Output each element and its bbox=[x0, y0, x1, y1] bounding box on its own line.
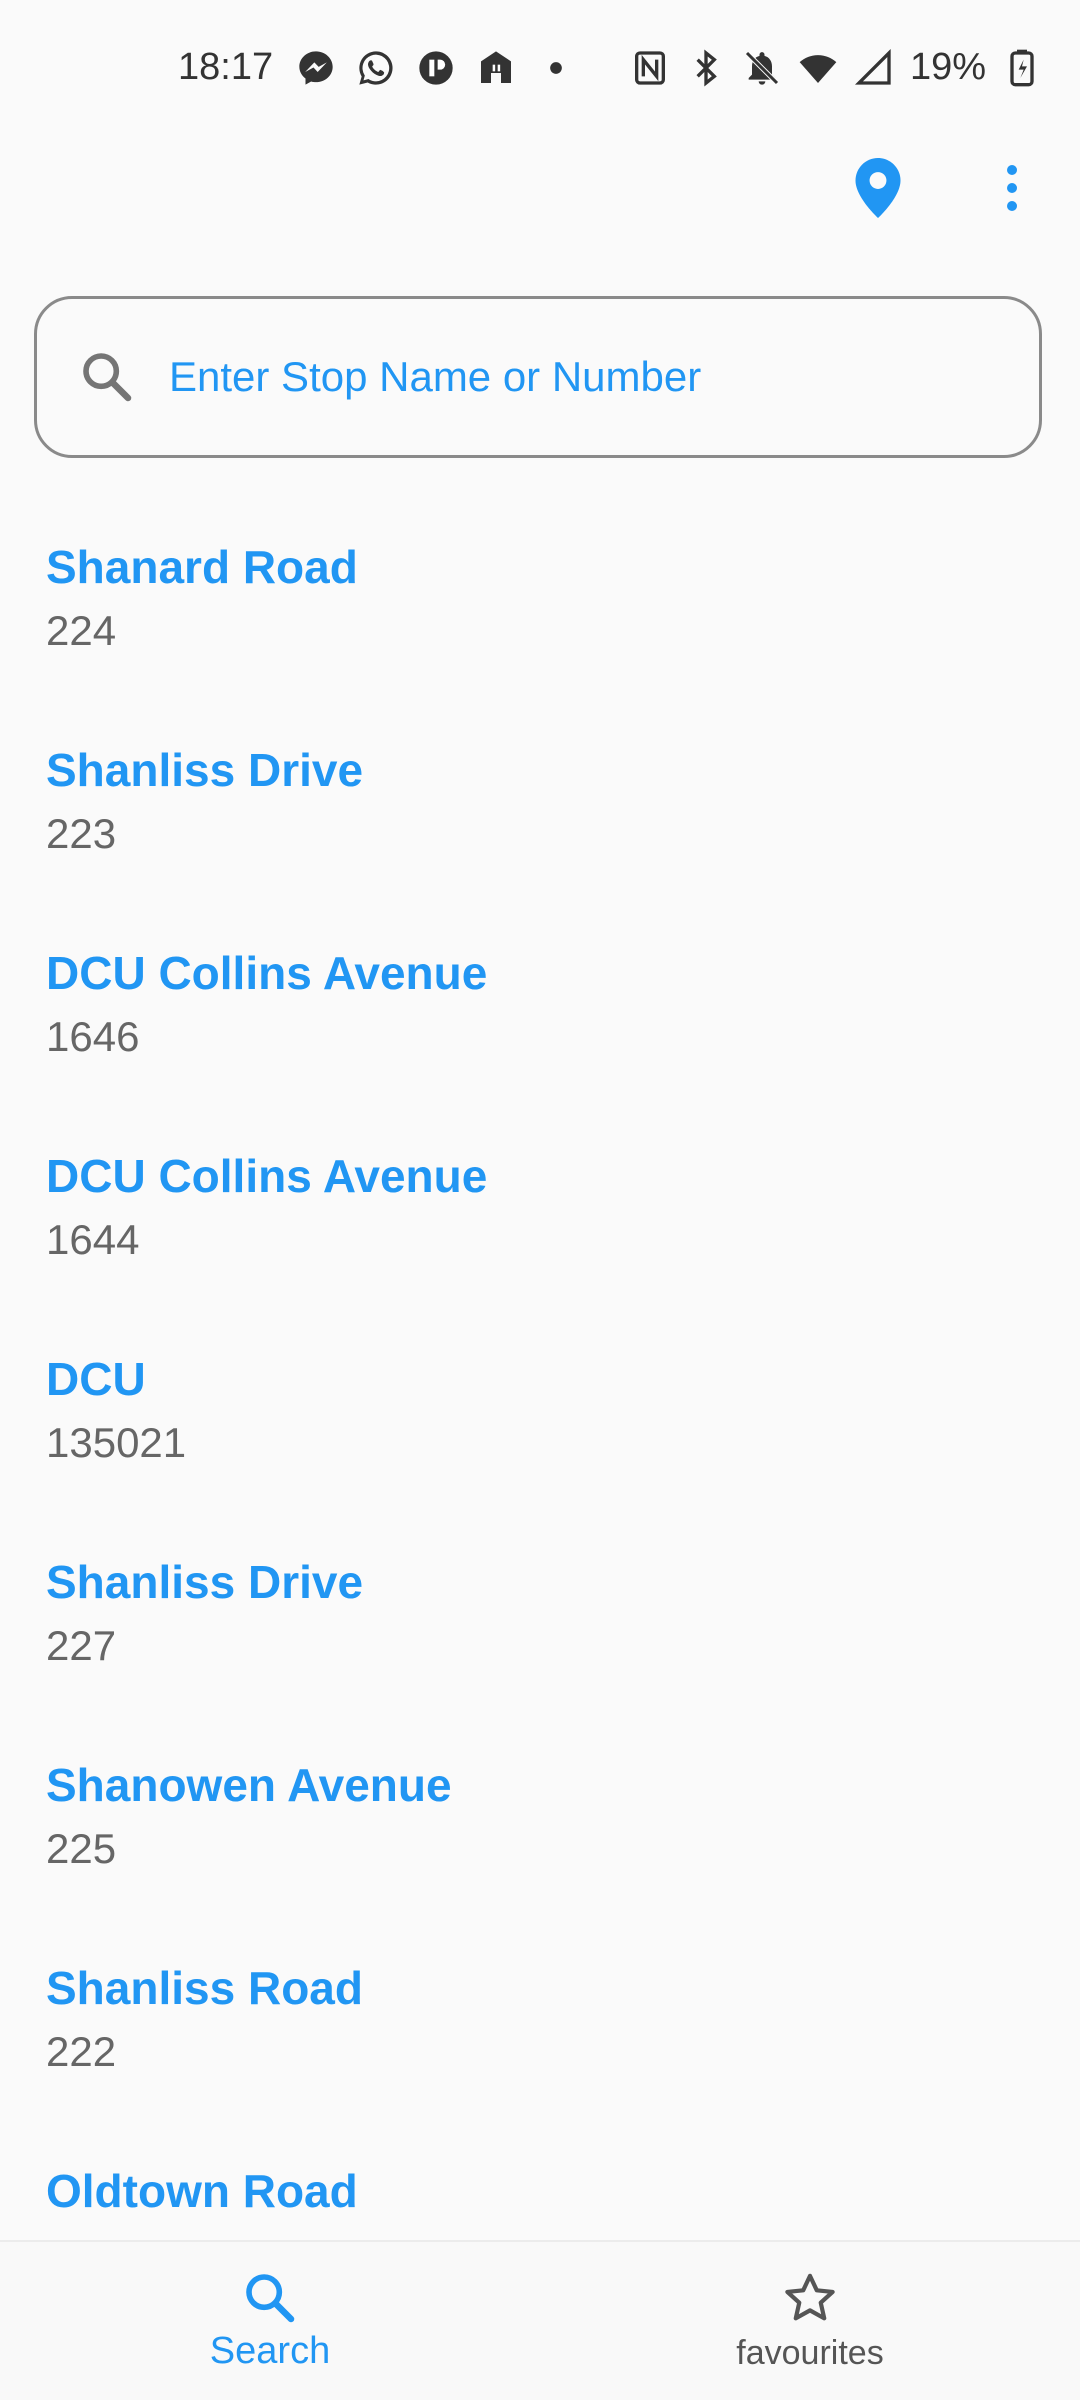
list-item[interactable]: Shanard Road 224 bbox=[0, 515, 1080, 718]
stops-list[interactable]: Shanard Road 224 Shanliss Drive 223 DCU … bbox=[0, 515, 1080, 2240]
nav-search[interactable]: Search bbox=[0, 2242, 540, 2400]
whatsapp-icon bbox=[359, 51, 393, 85]
battery-percent: 19% bbox=[910, 46, 987, 88]
search-icon bbox=[246, 2273, 295, 2322]
list-item[interactable]: Shanliss Drive 227 bbox=[0, 1530, 1080, 1733]
food-delivery-icon bbox=[481, 51, 511, 83]
stop-number: 220 bbox=[46, 2223, 1080, 2240]
location-pin-icon bbox=[855, 158, 901, 218]
stop-name: DCU bbox=[46, 1353, 146, 1405]
stop-number: 225 bbox=[46, 1825, 117, 1872]
more-vert-icon bbox=[1007, 165, 1017, 211]
app-icon bbox=[419, 51, 453, 85]
stop-name: Oldtown Road bbox=[46, 2165, 358, 2217]
stop-name: Shanowen Avenue bbox=[46, 1759, 452, 1811]
search-input[interactable]: Enter Stop Name or Number bbox=[34, 296, 1042, 458]
stop-name: Shanliss Drive bbox=[46, 744, 364, 796]
list-item[interactable]: Shanliss Drive 223 bbox=[0, 718, 1080, 921]
wifi-icon bbox=[799, 54, 837, 83]
nav-search-label: Search bbox=[209, 2329, 331, 2372]
stop-number: 1646 bbox=[46, 1013, 140, 1060]
list-item[interactable]: Oldtown Road 220 bbox=[0, 2139, 1080, 2240]
signal-icon bbox=[854, 48, 891, 85]
nav-favourites-label: favourites bbox=[736, 2333, 884, 2372]
search-placeholder: Enter Stop Name or Number bbox=[169, 353, 702, 400]
stop-name: Shanliss Road bbox=[46, 1962, 363, 2014]
mute-icon bbox=[745, 50, 779, 85]
app-bar bbox=[0, 140, 1080, 240]
list-item[interactable]: DCU Collins Avenue 1644 bbox=[0, 1124, 1080, 1327]
bluetooth-icon bbox=[696, 49, 717, 86]
star-icon bbox=[785, 2273, 835, 2320]
list-item[interactable]: Shanliss Road 222 bbox=[0, 1936, 1080, 2139]
stop-name: DCU Collins Avenue bbox=[46, 1150, 488, 1202]
notification-icons bbox=[296, 48, 576, 88]
battery-icon bbox=[1010, 49, 1034, 86]
status-time: 18:17 bbox=[178, 46, 274, 88]
more-options-button[interactable] bbox=[990, 148, 1034, 228]
stop-name: Shanard Road bbox=[46, 541, 358, 593]
stop-number: 223 bbox=[46, 810, 117, 857]
system-icons: 19% bbox=[630, 46, 1042, 89]
stop-number: 227 bbox=[46, 1622, 117, 1669]
stop-number: 1644 bbox=[46, 1216, 140, 1263]
dot-icon bbox=[550, 62, 562, 74]
stop-name: Shanliss Drive bbox=[46, 1556, 364, 1608]
status-bar: 18:17 19% bbox=[0, 0, 1080, 130]
nfc-icon bbox=[635, 50, 665, 85]
messenger-icon bbox=[299, 51, 333, 85]
stop-name: DCU Collins Avenue bbox=[46, 947, 488, 999]
search-icon bbox=[83, 353, 132, 402]
location-button[interactable] bbox=[848, 148, 908, 228]
stop-number: 222 bbox=[46, 2028, 117, 2075]
list-item[interactable]: DCU 135021 bbox=[0, 1327, 1080, 1530]
stop-number: 224 bbox=[46, 607, 117, 654]
bottom-navigation: Search favourites bbox=[0, 2240, 1080, 2400]
list-item[interactable]: Shanowen Avenue 225 bbox=[0, 1733, 1080, 1936]
nav-favourites[interactable]: favourites bbox=[540, 2242, 1080, 2400]
stop-number: 135021 bbox=[46, 1419, 187, 1466]
list-item[interactable]: DCU Collins Avenue 1646 bbox=[0, 921, 1080, 1124]
